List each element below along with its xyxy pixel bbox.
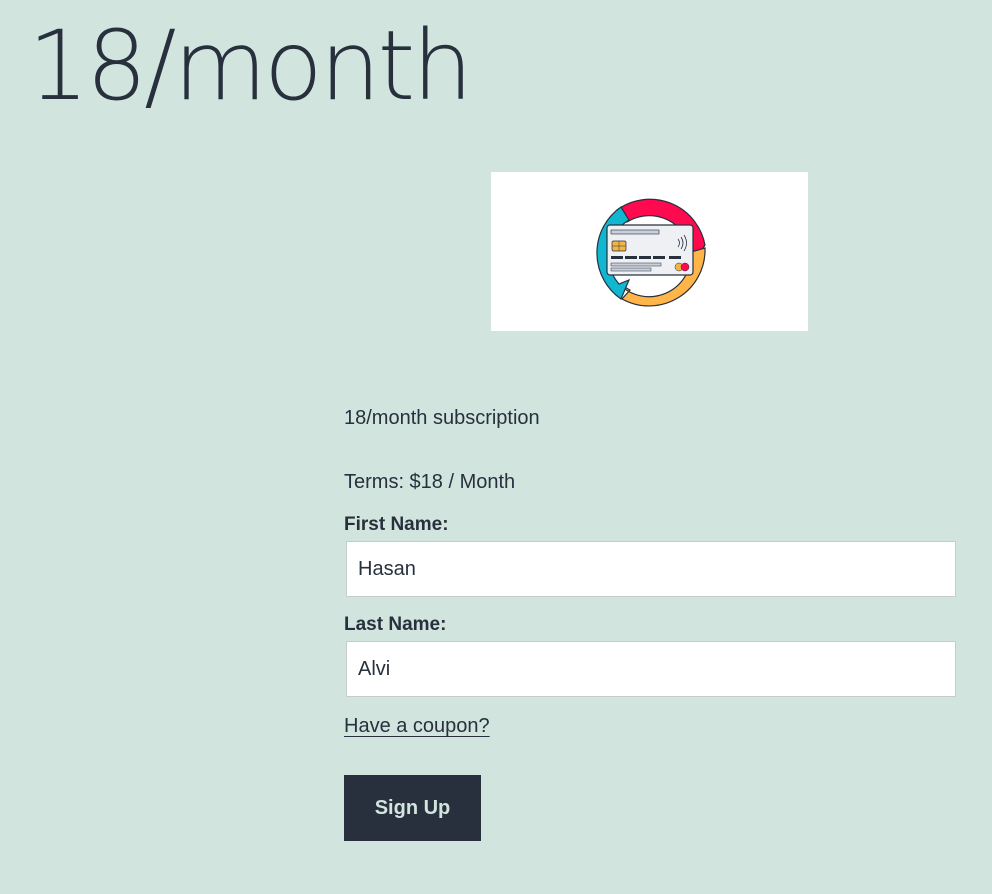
first-name-field[interactable] — [346, 541, 956, 597]
product-image — [491, 172, 808, 331]
page-title: 18/month — [28, 10, 473, 122]
credit-card-recurring-icon — [596, 198, 706, 307]
coupon-link[interactable]: Have a coupon? — [344, 712, 490, 740]
first-name-label: First Name: — [344, 514, 449, 535]
sign-up-button[interactable]: Sign Up — [344, 775, 481, 841]
last-name-label: Last Name: — [344, 614, 447, 635]
product-terms: Terms: $18 / Month — [344, 471, 516, 493]
last-name-field[interactable] — [346, 641, 956, 697]
product-description: 18/month subscription — [344, 407, 540, 429]
